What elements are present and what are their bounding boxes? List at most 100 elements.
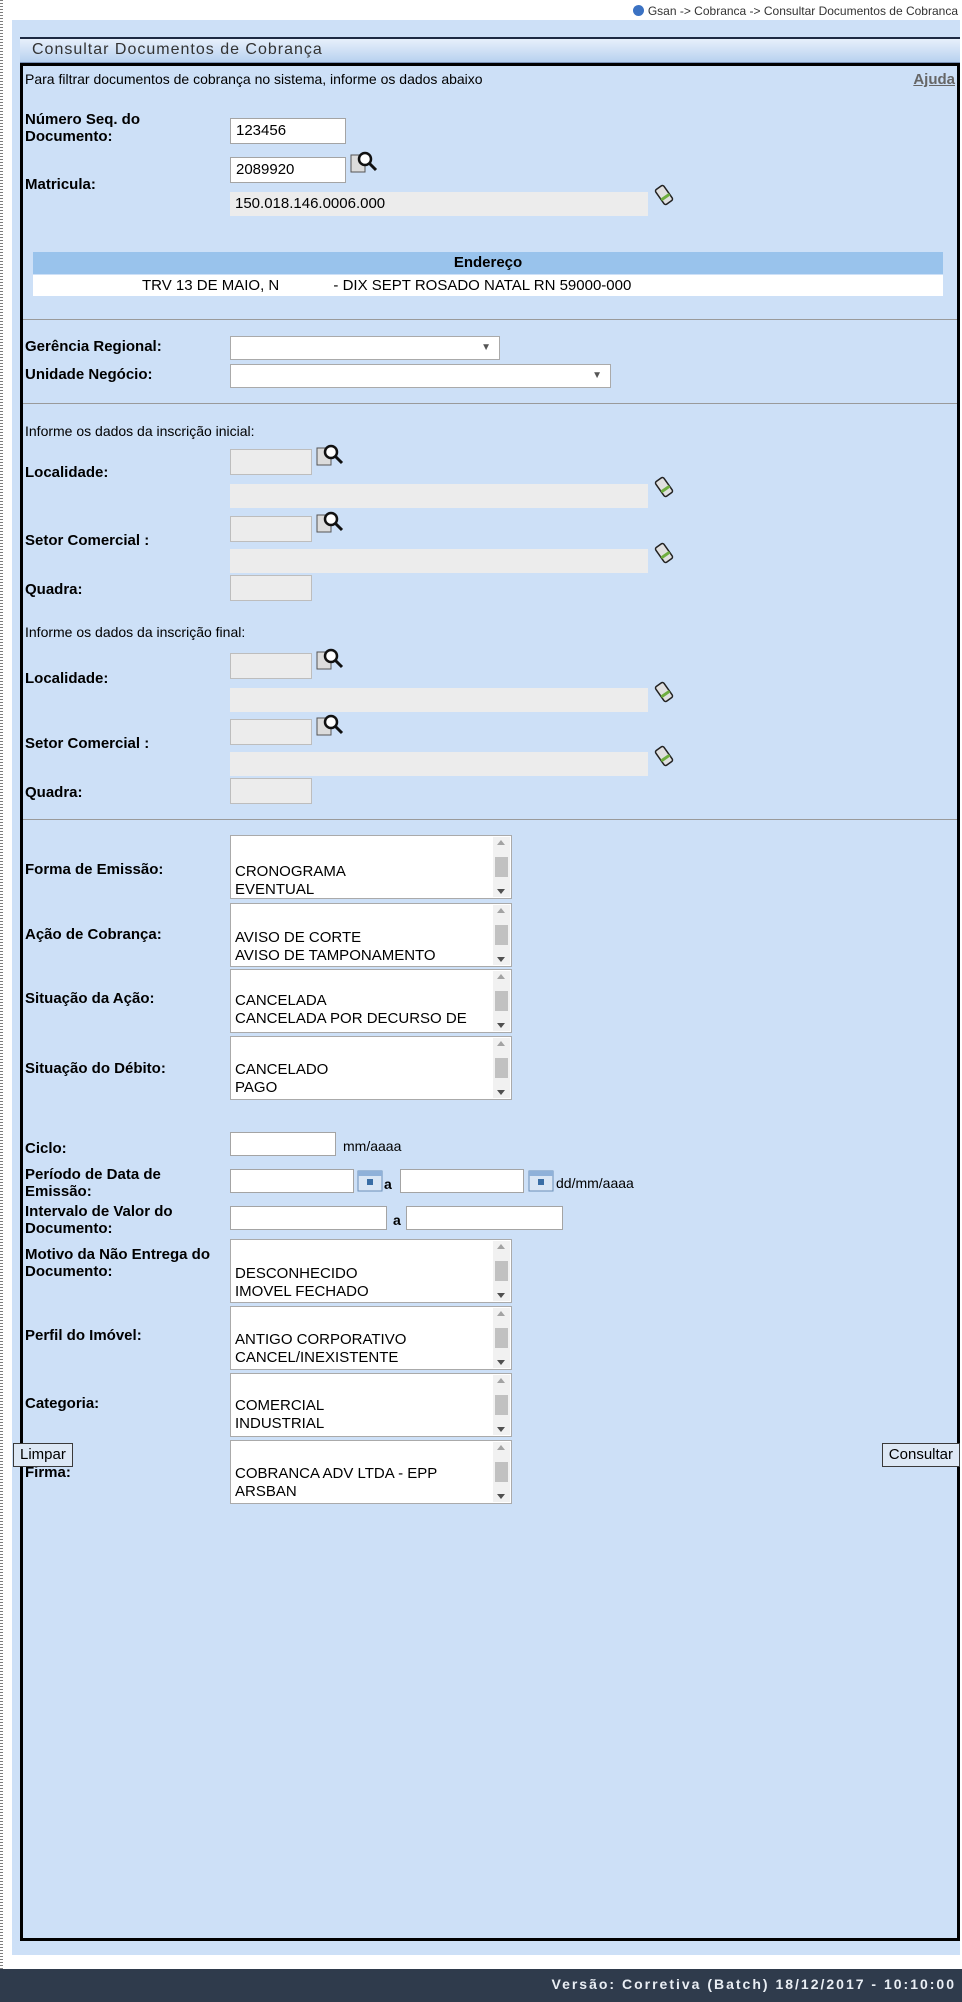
list-option[interactable]: CANCELADA POR DECURSO DE [235, 1010, 467, 1027]
forma-emissao-label: Forma de Emissão: [25, 861, 164, 878]
list-option[interactable]: ARSBAN [235, 1483, 297, 1500]
list-scrollbar[interactable] [493, 971, 510, 1031]
eraser-icon[interactable] [652, 744, 676, 768]
scroll-down-icon[interactable] [497, 889, 505, 894]
localidade-inicial-label: Localidade: [25, 464, 109, 481]
scroll-thumb[interactable] [495, 925, 508, 945]
page-content: Consultar Documentos de Cobrança Para fi… [12, 20, 960, 1955]
setor-inicial-input[interactable] [230, 516, 312, 542]
scroll-up-icon[interactable] [497, 908, 505, 913]
eraser-icon[interactable] [652, 680, 676, 704]
limpar-button[interactable]: Limpar [13, 1443, 73, 1467]
quadra-inicial-input[interactable] [230, 575, 312, 601]
intervalo-valor-label: Intervalo de Valor do Documento: [25, 1203, 173, 1237]
eraser-icon[interactable] [652, 183, 676, 207]
acao-cobranca-list[interactable]: AVISO DE CORTE AVISO DE TAMPONAMENTO [230, 903, 512, 967]
search-magnifier-icon[interactable] [316, 443, 344, 467]
setor-final-input[interactable] [230, 719, 312, 745]
search-magnifier-icon[interactable] [350, 150, 378, 174]
scroll-up-icon[interactable] [497, 1041, 505, 1046]
scroll-down-icon[interactable] [497, 1090, 505, 1095]
scroll-thumb[interactable] [495, 1462, 508, 1482]
list-option[interactable]: INDUSTRIAL [235, 1415, 324, 1432]
scroll-down-icon[interactable] [497, 957, 505, 962]
scroll-down-icon[interactable] [497, 1293, 505, 1298]
motivo-nao-entrega-list[interactable]: DESCONHECIDO IMOVEL FECHADO [230, 1239, 512, 1303]
localidade-final-input[interactable] [230, 653, 312, 679]
list-option[interactable]: EVENTUAL [235, 881, 314, 898]
help-link[interactable]: Ajuda [913, 71, 955, 88]
scroll-thumb[interactable] [495, 1395, 508, 1415]
endereco-header: Endereço [33, 252, 943, 274]
quadra-final-input[interactable] [230, 778, 312, 804]
list-option[interactable]: COMERCIAL [235, 1397, 324, 1414]
divider [23, 319, 957, 320]
eraser-icon[interactable] [652, 475, 676, 499]
list-option[interactable]: AVISO DE CORTE [235, 929, 361, 946]
list-scrollbar[interactable] [493, 1442, 510, 1502]
list-scrollbar[interactable] [493, 1308, 510, 1368]
list-option[interactable]: CANCELADA [235, 992, 327, 1009]
title-bar: Consultar Documentos de Cobrança [20, 37, 960, 63]
scroll-down-icon[interactable] [497, 1360, 505, 1365]
list-option[interactable]: CANCELADO [235, 1061, 328, 1078]
eraser-icon[interactable] [652, 541, 676, 565]
scroll-up-icon[interactable] [497, 1244, 505, 1249]
scroll-thumb[interactable] [495, 1328, 508, 1348]
scroll-thumb[interactable] [495, 857, 508, 877]
periodo-inicio-input[interactable] [230, 1169, 354, 1193]
scroll-up-icon[interactable] [497, 1445, 505, 1450]
ciclo-input[interactable] [230, 1132, 336, 1156]
scroll-up-icon[interactable] [497, 840, 505, 845]
categoria-list[interactable]: COMERCIAL INDUSTRIAL [230, 1373, 512, 1437]
list-scrollbar[interactable] [493, 1375, 510, 1435]
list-option[interactable]: IMOVEL FECHADO [235, 1283, 369, 1300]
scroll-up-icon[interactable] [497, 974, 505, 979]
scroll-up-icon[interactable] [497, 1378, 505, 1383]
periodo-emissao-label: Período de Data de Emissão: [25, 1166, 161, 1200]
calendar-icon[interactable] [528, 1169, 554, 1193]
matricula-label: Matricula: [25, 176, 96, 193]
firma-list[interactable]: COBRANCA ADV LTDA - EPP ARSBAN [230, 1440, 512, 1504]
localidade-final-description [230, 688, 648, 712]
periodo-fim-input[interactable] [400, 1169, 524, 1193]
scroll-up-icon[interactable] [497, 1311, 505, 1316]
scroll-down-icon[interactable] [497, 1023, 505, 1028]
filter-form: Para filtrar documentos de cobrança no s… [20, 63, 960, 1941]
search-magnifier-icon[interactable] [316, 713, 344, 737]
matricula-input[interactable]: 2089920 [230, 157, 346, 183]
list-option[interactable]: PAGO [235, 1079, 277, 1096]
list-option[interactable]: DESCONHECIDO [235, 1265, 358, 1282]
list-scrollbar[interactable] [493, 1241, 510, 1301]
situacao-debito-list[interactable]: CANCELADO PAGO [230, 1036, 512, 1100]
version-footer: Versão: Corretiva (Batch) 18/12/2017 - 1… [0, 1969, 962, 2002]
valor-fim-input[interactable] [406, 1206, 563, 1230]
unidade-negocio-select[interactable]: ▼ [230, 364, 611, 388]
ciclo-label: Ciclo: [25, 1140, 67, 1157]
consultar-button[interactable]: Consultar [881, 1443, 960, 1467]
chevron-down-icon: ▼ [592, 370, 602, 381]
numero-seq-input[interactable]: 123456 [230, 118, 346, 144]
list-scrollbar[interactable] [493, 905, 510, 965]
search-magnifier-icon[interactable] [316, 647, 344, 671]
list-option[interactable]: ANTIGO CORPORATIVO [235, 1331, 406, 1348]
list-scrollbar[interactable] [493, 1038, 510, 1098]
list-scrollbar[interactable] [493, 837, 510, 897]
scroll-thumb[interactable] [495, 1261, 508, 1281]
scroll-down-icon[interactable] [497, 1494, 505, 1499]
list-option[interactable]: AVISO DE TAMPONAMENTO [235, 947, 436, 964]
list-option[interactable]: COBRANCA ADV LTDA - EPP [235, 1465, 437, 1482]
gerencia-regional-select[interactable]: ▼ [230, 336, 500, 360]
list-option[interactable]: CANCEL/INEXISTENTE [235, 1349, 398, 1366]
valor-inicio-input[interactable] [230, 1206, 387, 1230]
perfil-imovel-list[interactable]: ANTIGO CORPORATIVO CANCEL/INEXISTENTE [230, 1306, 512, 1370]
list-option[interactable]: CRONOGRAMA [235, 863, 346, 880]
search-magnifier-icon[interactable] [316, 510, 344, 534]
localidade-inicial-input[interactable] [230, 449, 312, 475]
situacao-acao-list[interactable]: CANCELADA CANCELADA POR DECURSO DE [230, 969, 512, 1033]
scroll-down-icon[interactable] [497, 1427, 505, 1432]
forma-emissao-list[interactable]: CRONOGRAMA EVENTUAL [230, 835, 512, 899]
scroll-thumb[interactable] [495, 991, 508, 1011]
calendar-icon[interactable] [357, 1169, 383, 1193]
scroll-thumb[interactable] [495, 1058, 508, 1078]
